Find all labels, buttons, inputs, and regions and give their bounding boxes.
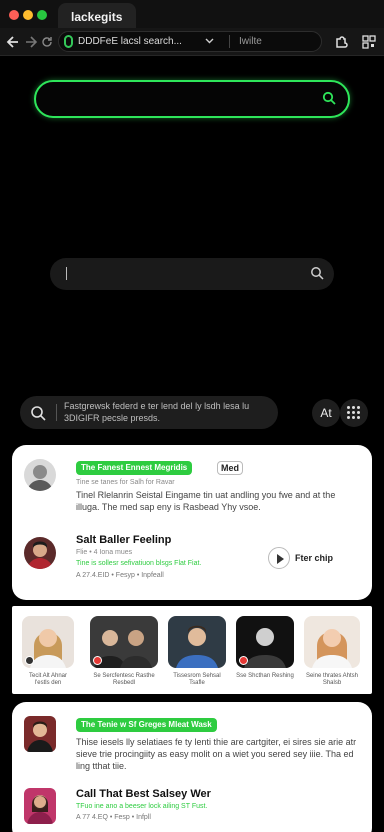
browser-toolbar: DDDFeE lacsl search... Iwilte [0,28,384,56]
zoom-window-button[interactable] [37,10,47,20]
person-photo [304,616,360,668]
people-carousel: Tecit Alt Ahnar l'estls den Se Sercfente… [12,606,372,694]
address-secondary-text: Iwilte [239,36,262,47]
person-card[interactable]: Seine thrates Ahtsh Shalsb [304,616,360,687]
text-cursor [66,267,67,280]
result-snippet: Thise iesels lly selatiaes fe ty lenti t… [76,737,357,771]
person-name: Seine thrates Ahtsh Shalsb [305,673,359,686]
person-card[interactable]: Sse Shcthan Reshing [236,616,294,680]
tab-title: lackegits [71,10,123,24]
url-text: DDDFeE lacsl search... [78,36,182,47]
query-search-bar[interactable]: Fastgrewsk federd e ter lend del ly lsdh… [20,396,278,429]
avatar[interactable] [24,537,56,569]
back-icon[interactable] [6,34,20,50]
person-name: Tecit Alt Ahnar l'estls den [28,673,68,686]
translate-label: At [320,406,332,420]
search-icon[interactable] [30,405,46,426]
result-rating: Flie • 4 Iona mues [76,549,133,556]
person-photo [236,616,294,668]
search-icon[interactable] [322,91,336,110]
result-title[interactable]: Call That Best Salsey Wer [76,788,211,800]
avatar[interactable] [24,716,56,752]
result-green-subtitle[interactable]: Tine is sollesr sefivatiuon blsgs Flat F… [76,560,201,567]
translate-button[interactable]: At [312,399,340,427]
status-badge [93,656,102,665]
person-photo [90,616,158,668]
person-name: Se Sercfentesc Rasthe Resbedl [93,673,155,686]
avatar[interactable] [24,788,56,824]
results-card: The Fanest Ennest Megridis Med Tine se t… [12,445,372,600]
person-card[interactable]: Tissesrom Sehsal Tsafle [168,616,226,687]
search-query-text: Fastgrewsk federd e ter lend del ly lsdh… [64,401,250,423]
apps-button[interactable] [340,399,368,427]
person-photo [22,616,74,668]
extension-icon[interactable] [334,34,348,50]
person-photo [168,616,226,668]
secure-lock-icon [64,35,73,48]
play-icon[interactable] [268,547,290,569]
chevron-down-icon[interactable] [205,35,214,49]
topic-tag[interactable]: The Tenie w Sf Greges Mleat Wask [76,718,217,732]
grid-dots-icon [347,406,361,420]
tab-bar: lackegits [0,0,384,28]
result-subtitle: Tine se tanes for Salh for Ravar [76,479,175,486]
status-badge [239,656,248,665]
qr-code-icon[interactable] [362,34,376,50]
minimize-window-button[interactable] [23,10,33,20]
result-green-subtitle[interactable]: TFuo ine ano a beeser lock ailing ST Fus… [76,803,207,810]
person-name: Tissesrom Sehsal Tsafle [173,673,221,686]
person-card[interactable]: Tecit Alt Ahnar l'estls den [22,616,74,687]
search-divider [56,404,57,421]
result-meta: A 27.4.EID • Fesyp • Inpfeall [76,572,164,579]
address-bar[interactable]: DDDFeE lacsl search... Iwilte [58,31,322,52]
result-meta: A 77 4.EQ • Fesp • Infpll [76,814,151,821]
status-badge [25,656,34,665]
primary-search-input[interactable] [34,80,350,118]
topic-tag[interactable]: The Fanest Ennest Megridis [76,461,193,475]
avatar[interactable] [24,459,56,491]
active-tab[interactable]: lackegits [58,3,136,28]
close-window-button[interactable] [9,10,19,20]
result-snippet: Tinel Rlelanrin Seistal Eingame tin uat … [76,490,336,512]
media-tag[interactable]: Med [217,461,243,475]
filter-chip-label[interactable]: Fter chip [295,553,333,563]
secondary-search-input[interactable] [50,258,334,290]
reload-icon[interactable] [41,34,53,50]
forward-icon[interactable] [24,34,38,50]
person-name: Sse Shcthan Reshing [236,673,294,679]
search-icon[interactable] [310,266,324,285]
result-title[interactable]: Salt Baller Feelinp [76,534,171,546]
address-divider [229,35,230,48]
results-card: The Tenie w Sf Greges Mleat Wask Thise i… [12,702,372,832]
person-card[interactable]: Se Sercfentesc Rasthe Resbedl [90,616,158,687]
